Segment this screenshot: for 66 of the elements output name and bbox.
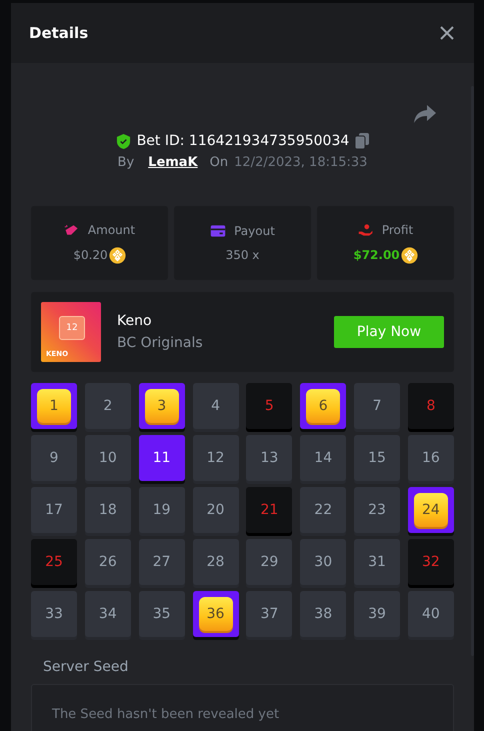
keno-tile: 11: [138, 435, 185, 481]
game-provider: BC Originals: [117, 335, 204, 351]
keno-tile: 12: [192, 435, 239, 481]
keno-tile: 39: [354, 591, 400, 637]
by-label: By: [118, 155, 134, 170]
keno-tile: 35: [138, 591, 185, 637]
thumbnail-number: 12: [59, 316, 85, 340]
card-icon: [210, 224, 226, 238]
gem-tile: 6: [306, 389, 340, 423]
coin-icon: [108, 246, 126, 264]
keno-tile: 19: [138, 487, 185, 533]
keno-tile: 40: [408, 591, 454, 637]
keno-tile: 20: [192, 487, 239, 533]
keno-tile: 2: [84, 383, 131, 429]
keno-tile: 33: [31, 591, 77, 637]
keno-tile: 5: [246, 383, 292, 429]
on-label: On: [210, 155, 228, 170]
keno-tile: 18: [84, 487, 131, 533]
keno-tile: 14: [300, 435, 346, 481]
seed-text: The Seed hasn't been revealed yet: [52, 707, 280, 722]
server-seed-label: Server Seed: [43, 659, 130, 675]
keno-tile: 23: [354, 487, 400, 533]
stat-value: $0.20: [73, 248, 108, 262]
keno-tile: 38: [300, 591, 346, 637]
keno-tile: 15: [354, 435, 400, 481]
keno-tile: 37: [246, 591, 292, 637]
keno-tile: 8: [408, 383, 454, 429]
play-now-button[interactable]: Play Now: [334, 316, 444, 348]
bet-date: 12/2/2023, 18:15:33: [234, 155, 368, 170]
gem-tile: 36: [198, 597, 233, 631]
keno-tile: 34: [84, 591, 131, 637]
keno-tile: 13: [246, 435, 292, 481]
keno-tile: 4: [192, 383, 239, 429]
stat-label: Payout: [234, 224, 275, 238]
keno-tile: 25: [31, 539, 77, 585]
stat-value: $72.00: [353, 248, 400, 262]
keno-tile: 22: [300, 487, 346, 533]
keno-tile: 27: [138, 539, 185, 585]
shield-check-icon: [116, 134, 131, 148]
bet-id: Bet ID: 116421934735950034: [136, 133, 350, 149]
hand-coin-icon: [358, 222, 374, 236]
share-icon[interactable]: [414, 105, 436, 123]
keno-tile: 32: [408, 539, 454, 585]
coin-icon: [400, 246, 418, 264]
dialog-title: Details: [29, 24, 88, 42]
stat-label: Amount: [88, 222, 136, 236]
close-button[interactable]: [440, 26, 454, 40]
keno-tile: 31: [354, 539, 400, 585]
gem-tile: 3: [144, 389, 179, 423]
stat-label: Profit: [382, 222, 414, 236]
stat-value: 350 x: [226, 248, 260, 262]
keno-tile: 26: [84, 539, 131, 585]
copy-icon[interactable]: [355, 133, 370, 149]
gem-tile: 1: [37, 389, 71, 423]
username-link[interactable]: LemaK: [148, 155, 198, 170]
game-name: Keno: [117, 313, 153, 329]
keno-tile: 7: [354, 383, 400, 429]
keno-tile: 21: [246, 487, 292, 533]
gem-tile: 24: [414, 493, 448, 527]
keno-tile: 10: [84, 435, 131, 481]
keno-tile: 17: [31, 487, 77, 533]
keno-tile: 30: [300, 539, 346, 585]
keno-tile: 9: [31, 435, 77, 481]
keno-tile: 29: [246, 539, 292, 585]
keno-tile: 16: [408, 435, 454, 481]
keno-tile: 28: [192, 539, 239, 585]
